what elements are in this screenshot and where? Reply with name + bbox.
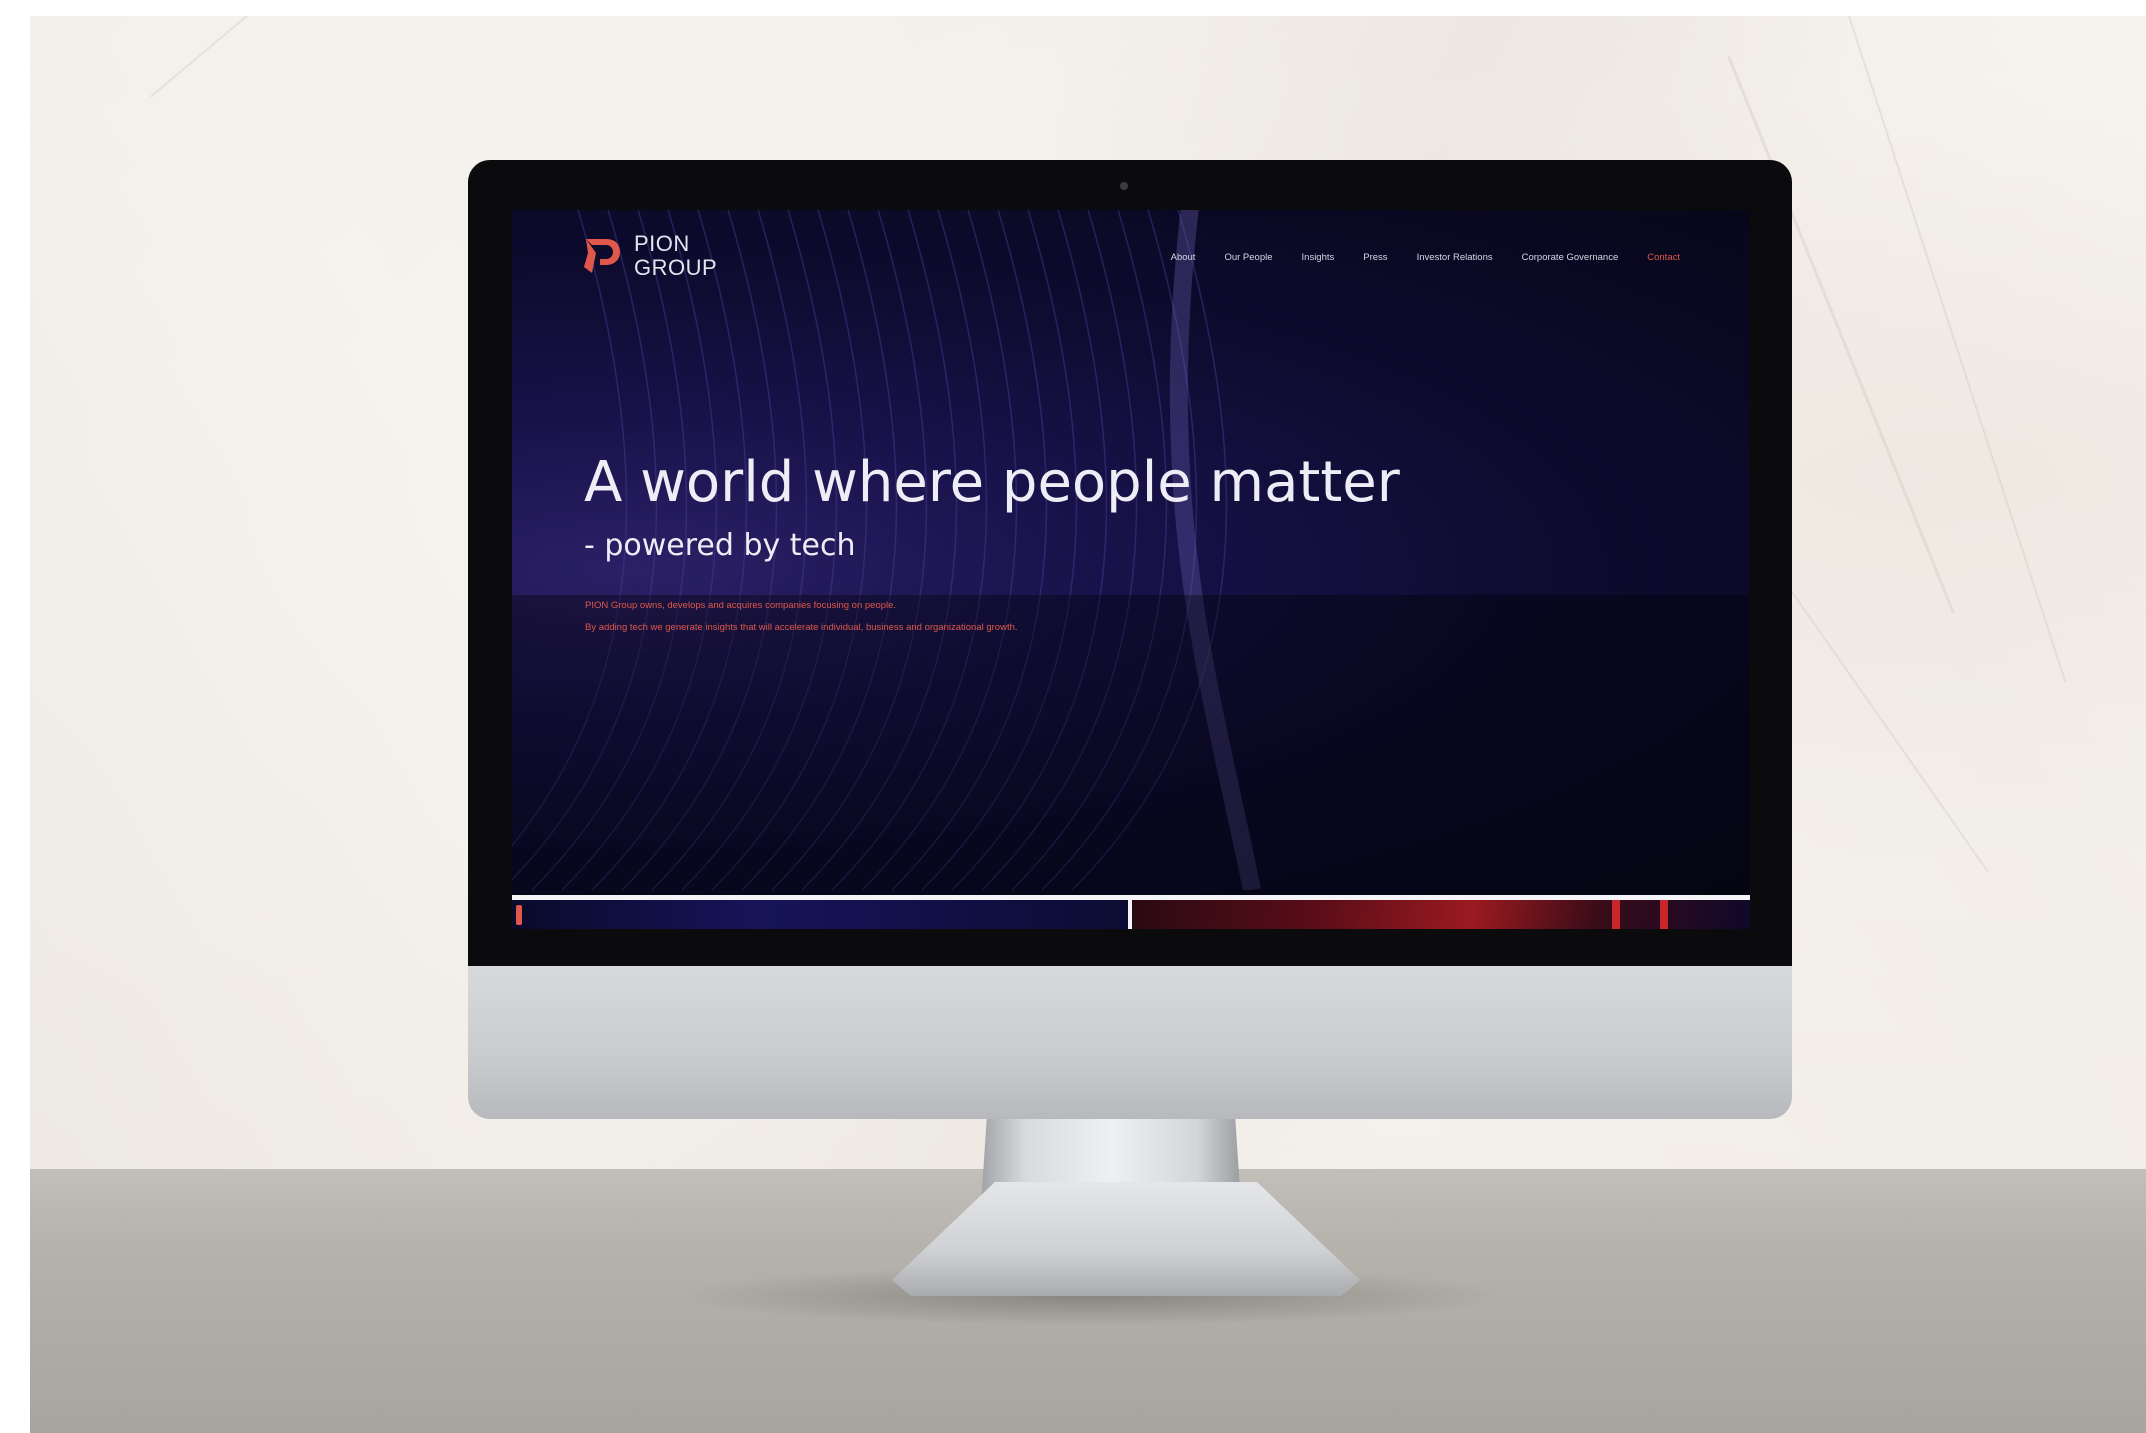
tile-red-accent [1612, 900, 1620, 929]
hero-body-line-1: PION Group owns, develops and acquires c… [585, 600, 897, 611]
nav-investor-relations[interactable]: Investor Relations [1417, 252, 1493, 263]
photo-scene: PION GROUP About Our People Insights Pre… [30, 16, 2146, 1433]
nav-corporate-governance[interactable]: Corporate Governance [1522, 252, 1619, 263]
nav-insights[interactable]: Insights [1302, 252, 1335, 263]
hero-subhead: - powered by tech [584, 528, 856, 563]
screen-glare-band [512, 595, 1750, 895]
logo-line-2: GROUP [634, 255, 718, 280]
hero-headline: A world where people matter [584, 450, 1400, 515]
monitor-bezel: PION GROUP About Our People Insights Pre… [468, 160, 1792, 966]
main-navigation: About Our People Insights Press Investor… [1171, 252, 1680, 263]
tile-red-accent [1660, 900, 1668, 929]
camera-dot [1120, 182, 1128, 190]
monitor-chin [468, 952, 1792, 1119]
nav-our-people[interactable]: Our People [1224, 252, 1272, 263]
logo-line-1: PION [634, 231, 690, 256]
scroll-indicator [516, 905, 522, 925]
content-tiles-strip [512, 895, 1750, 929]
website-screen: PION GROUP About Our People Insights Pre… [512, 210, 1750, 929]
nav-about[interactable]: About [1171, 252, 1196, 263]
content-tile-left[interactable] [512, 900, 1128, 929]
nav-press[interactable]: Press [1363, 252, 1387, 263]
pion-group-logo[interactable]: PION GROUP [582, 232, 717, 280]
hero-body-line-2: By adding tech we generate insights that… [585, 622, 1018, 633]
content-tile-right[interactable] [1132, 900, 1750, 929]
nav-contact[interactable]: Contact [1647, 252, 1680, 263]
logo-wordmark: PION GROUP [634, 232, 717, 280]
pion-p-logo-icon [584, 239, 620, 273]
